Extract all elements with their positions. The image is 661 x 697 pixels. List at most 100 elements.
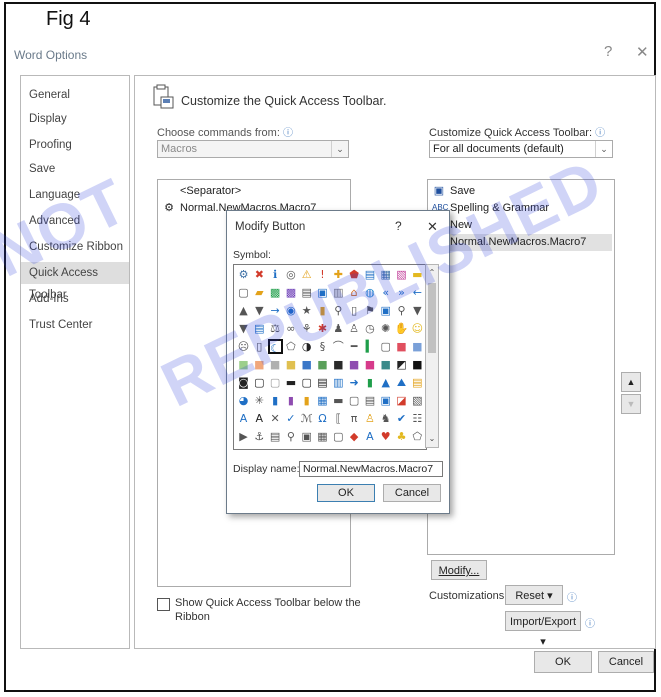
symbol-option[interactable]: ▍	[362, 339, 377, 354]
window-title: Word Options	[14, 48, 88, 62]
page-heading: Customize the Quick Access Toolbar.	[181, 94, 387, 108]
display-name-input[interactable]: Normal.NewMacros.Macro7	[299, 461, 443, 477]
ok-button[interactable]: OK	[534, 651, 592, 673]
import-export-info-icon: ⓘ	[585, 619, 595, 630]
symbol-option[interactable]: ▲	[378, 375, 393, 390]
symbol-option[interactable]: ▣	[299, 429, 314, 444]
symbol-option[interactable]: ▬	[331, 393, 346, 408]
symbol-option[interactable]: ■	[378, 357, 393, 372]
symbol-option[interactable]: ▢	[347, 393, 362, 408]
show-below-ribbon-label-line2: Ribbon	[175, 611, 210, 623]
show-below-ribbon-checkbox[interactable]	[157, 598, 170, 611]
symbol-option[interactable]: ⚲	[283, 429, 298, 444]
symbol-option[interactable]: ▮	[268, 393, 283, 408]
symbol-option[interactable]: ♥	[378, 429, 393, 444]
symbol-option[interactable]: ▧	[410, 393, 425, 408]
symbol-option[interactable]: ■	[347, 357, 362, 372]
symbol-option[interactable]: ▶	[236, 429, 251, 444]
symbol-option[interactable]: ▤	[362, 393, 377, 408]
scroll-down-icon[interactable]: ⌄	[426, 432, 438, 446]
symbol-option[interactable]: ▤	[410, 375, 425, 390]
symbol-option[interactable]: ▦	[315, 429, 330, 444]
symbol-option[interactable]: ▤	[268, 429, 283, 444]
move-up-button[interactable]: ▲	[621, 372, 641, 392]
symbol-option[interactable]: ⚙	[236, 267, 251, 282]
dialog-help-icon[interactable]: ?	[395, 219, 402, 233]
symbol-option[interactable]: ⛰	[394, 375, 409, 390]
symbol-option[interactable]: ◪	[394, 393, 409, 408]
nav-item-general[interactable]: General	[21, 84, 129, 106]
symbol-option[interactable]: ✋	[394, 321, 409, 336]
nav-item-proofing[interactable]: Proofing	[21, 134, 129, 156]
symbol-option[interactable]: ✓	[283, 411, 298, 426]
symbol-option[interactable]: ℳ	[299, 411, 314, 426]
symbol-option[interactable]: ■	[331, 357, 346, 372]
symbol-option[interactable]: ▢	[331, 429, 346, 444]
symbol-option[interactable]: ✳	[252, 393, 267, 408]
symbol-option[interactable]: ⚓	[252, 429, 267, 444]
symbol-option[interactable]: ➜	[347, 375, 362, 390]
import-export-button[interactable]: Import/Export ▾	[505, 611, 581, 648]
symbol-option[interactable]: ▮	[362, 375, 377, 390]
symbol-option[interactable]: ✕	[268, 411, 283, 426]
symbol-option[interactable]: ☷	[410, 411, 425, 426]
symbol-option[interactable]: ◆	[347, 429, 362, 444]
symbol-option[interactable]: ◩	[394, 357, 409, 372]
toolbar-customize-icon	[153, 84, 174, 109]
display-name-label: Display name:	[233, 463, 300, 475]
symbol-option[interactable]: ▤	[315, 375, 330, 390]
symbol-option[interactable]: ◕	[236, 393, 251, 408]
symbol-option[interactable]: ▬	[283, 375, 298, 390]
symbol-option[interactable]: ■	[410, 357, 425, 372]
cancel-button[interactable]: Cancel	[598, 651, 654, 673]
symbol-option[interactable]: ⬠	[410, 429, 425, 444]
symbol-option[interactable]: ◎	[283, 267, 298, 282]
choose-commands-select[interactable]: Macros ⌄	[157, 140, 349, 158]
symbol-option[interactable]: ▢	[378, 339, 393, 354]
close-icon[interactable]: ✕	[636, 43, 649, 61]
symbol-option[interactable]: ▮	[299, 393, 314, 408]
symbol-label: Symbol:	[233, 249, 271, 261]
symbol-option[interactable]: A	[362, 429, 377, 444]
nav-item-add-ins[interactable]: Add-Ins	[21, 288, 129, 310]
symbol-option[interactable]: A	[252, 411, 267, 426]
macro-icon: ⚙	[164, 202, 174, 214]
modify-button[interactable]: Modify...	[431, 560, 487, 580]
show-below-ribbon-label-line1: Show Quick Access Toolbar below the	[175, 597, 361, 609]
dialog-title: Modify Button	[235, 221, 306, 233]
nav-item-display[interactable]: Display	[21, 108, 129, 130]
nav-item-trust-center[interactable]: Trust Center	[21, 314, 129, 336]
dialog-ok-button[interactable]: OK	[317, 484, 375, 502]
symbol-option[interactable]: ▢	[236, 285, 251, 300]
figure-label: Fig 4	[46, 8, 91, 30]
symbol-option[interactable]: ♞	[378, 411, 393, 426]
customizations-label: Customizations:	[429, 590, 508, 602]
symbol-option[interactable]: ■	[410, 339, 425, 354]
move-down-button[interactable]: ▼	[621, 394, 641, 414]
symbol-option[interactable]: ▦	[315, 393, 330, 408]
reset-info-icon: ⓘ	[567, 593, 577, 604]
options-nav: General Display Proofing Save Language Advanc…	[20, 75, 130, 649]
symbol-option[interactable]: ■	[394, 339, 409, 354]
symbol-option[interactable]: ✖	[252, 267, 267, 282]
dialog-cancel-button[interactable]: Cancel	[383, 484, 441, 502]
symbol-option[interactable]: ■	[315, 357, 330, 372]
list-item-separator[interactable]: <Separator>	[160, 183, 348, 200]
symbol-option[interactable]: ✔	[394, 411, 409, 426]
symbol-option[interactable]: A	[236, 411, 251, 426]
symbol-option[interactable]: ℹ	[268, 267, 283, 282]
symbol-option[interactable]: ━	[347, 339, 362, 354]
symbol-option[interactable]: π	[347, 411, 362, 426]
symbol-option[interactable]: ⟦	[331, 411, 346, 426]
symbol-option[interactable]: Ω	[315, 411, 330, 426]
help-icon[interactable]: ?	[604, 43, 612, 60]
symbol-option[interactable]: ▥	[331, 375, 346, 390]
reset-button[interactable]: Reset ▾	[505, 585, 563, 605]
symbol-option[interactable]: ♣	[394, 429, 409, 444]
symbol-option[interactable]: ▮	[283, 393, 298, 408]
symbol-option[interactable]: ▣	[378, 393, 393, 408]
symbol-option[interactable]: ☺	[410, 321, 425, 336]
symbol-option[interactable]: ■	[362, 357, 377, 372]
symbol-option[interactable]: ♙	[362, 411, 377, 426]
symbol-option[interactable]: ▢	[299, 375, 314, 390]
